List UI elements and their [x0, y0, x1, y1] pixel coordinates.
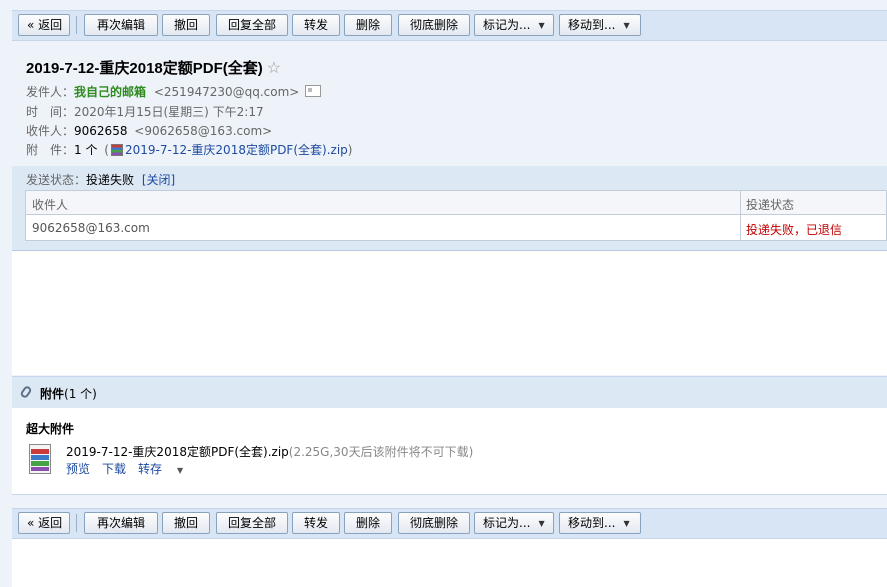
attachments-title-text: 附件 [40, 387, 65, 401]
save-to-label: 转存 [138, 462, 163, 476]
attachment-file: 2019-7-12-重庆2018定额PDF(全套).zip(2.25G,30天后… [66, 443, 473, 460]
time-label: 时 间： [26, 105, 75, 119]
move-to-dropdown[interactable]: 移动到... ▼ [559, 14, 641, 36]
mark-as-dropdown[interactable]: 标记为... ▼ [474, 512, 554, 534]
delete-permanent-button[interactable]: 彻底删除 [398, 14, 470, 36]
toolbar-separator [76, 514, 77, 532]
status-close-link[interactable]: [关闭] [142, 173, 175, 187]
chevron-down-icon: ▼ [538, 21, 545, 30]
top-toolbar: « 返回 再次编辑 撤回 回复全部 转发 删除 彻底删除 标记为... ▼ 移动到… [12, 10, 887, 41]
column-header-status: 投递状态 [746, 198, 795, 212]
column-divider [740, 191, 741, 240]
status-line: 发送状态：投递失败 [关闭] [26, 171, 175, 188]
attachments-header: 附件(1 个) [12, 376, 887, 409]
move-to-label: 移动到... [568, 18, 616, 32]
bottom-toolbar: « 返回 再次编辑 撤回 回复全部 转发 删除 彻底删除 标记为... ▼ 移动到… [12, 508, 887, 539]
attachment-count: 1 个 [74, 143, 98, 157]
from-label: 发件人： [26, 85, 75, 99]
back-button[interactable]: « 返回 [18, 14, 70, 36]
reedit-button[interactable]: 再次编辑 [84, 14, 158, 36]
contact-card-icon[interactable] [305, 85, 322, 97]
attachment-link[interactable]: 2019-7-12-重庆2018定额PDF(全套).zip [125, 143, 348, 157]
mail-body [12, 251, 887, 375]
attachment-paren-close: ) [347, 143, 353, 157]
paperclip-icon [19, 384, 33, 400]
table-cell-status: 投递失败，已退信 [746, 223, 843, 237]
recall-button[interactable]: 撤回 [162, 512, 210, 534]
chevron-down-icon: ▼ [538, 519, 545, 528]
delivery-status-table: 收件人 投递状态 9062658@163.com 投递失败，已退信 [25, 190, 887, 241]
forward-button[interactable]: 转发 [292, 512, 340, 534]
subject-text: 2019-7-12-重庆2018定额PDF(全套) [26, 60, 263, 77]
to-label: 收件人： [26, 124, 75, 138]
status-label: 发送状态： [26, 173, 87, 187]
status-value: 投递失败 [86, 173, 135, 187]
delivery-status-panel: 发送状态：投递失败 [关闭] 收件人 投递状态 9062658@163.com … [12, 166, 887, 251]
table-cell-recipient: 9062658@163.com [32, 221, 150, 235]
zip-archive-icon [29, 444, 51, 474]
time-row: 时 间：2020年1月15日(星期三) 下午2:17 [26, 103, 264, 120]
time-value: 2020年1月15日(星期三) 下午2:17 [74, 105, 264, 119]
chevron-down-icon: ▼ [177, 466, 184, 475]
recall-button[interactable]: 撤回 [162, 14, 210, 36]
zip-file-icon [110, 144, 123, 156]
mark-as-label: 标记为... [483, 516, 531, 530]
page-footer-area [12, 539, 887, 587]
from-address: <251947230@qq.com> [153, 85, 300, 99]
delete-button[interactable]: 删除 [344, 14, 392, 36]
attachment-row: 附 件：1 个 (2019-7-12-重庆2018定额PDF(全套).zip) [26, 141, 352, 158]
to-row: 收件人：9062658 <9062658@163.com> [26, 122, 272, 139]
download-link[interactable]: 下载 [102, 462, 126, 476]
attachment-actions: 预览 下载 转存 ▼ [66, 460, 207, 477]
mail-header: 2019-7-12-重庆2018定额PDF(全套) ☆ 发件人：我自己的邮箱 <2… [12, 41, 887, 164]
preview-link[interactable]: 预览 [66, 462, 90, 476]
reply-all-button[interactable]: 回复全部 [216, 512, 288, 534]
star-icon[interactable]: ☆ [267, 60, 281, 77]
chevron-down-icon: ▼ [623, 21, 630, 30]
back-button[interactable]: « 返回 [18, 512, 70, 534]
attachment-paren-open: ( [104, 143, 109, 157]
toolbar-separator [76, 16, 77, 34]
chevron-down-icon: ▼ [623, 519, 630, 528]
mark-as-label: 标记为... [483, 18, 531, 32]
attachment-file-meta: (2.25G,30天后该附件将不可下载) [288, 445, 474, 459]
reply-all-button[interactable]: 回复全部 [216, 14, 288, 36]
from-row: 发件人：我自己的邮箱 <251947230@qq.com> [26, 83, 322, 100]
move-to-label: 移动到... [568, 516, 616, 530]
large-attachment-label: 超大附件 [26, 422, 75, 436]
attachments-count: (1 个) [64, 387, 97, 401]
attachments-body: 超大附件 2019-7-12-重庆2018定额PDF(全套).zip(2.25G… [12, 408, 887, 495]
delete-button[interactable]: 删除 [344, 512, 392, 534]
to-address: <9062658@163.com> [134, 124, 273, 138]
forward-button[interactable]: 转发 [292, 14, 340, 36]
attachment-label: 附 件： [26, 143, 75, 157]
attachment-file-name: 2019-7-12-重庆2018定额PDF(全套).zip [66, 445, 289, 459]
from-name[interactable]: 我自己的邮箱 [74, 85, 146, 99]
to-name[interactable]: 9062658 [74, 124, 127, 138]
delete-permanent-button[interactable]: 彻底删除 [398, 512, 470, 534]
move-to-dropdown[interactable]: 移动到... ▼ [559, 512, 641, 534]
attachments-title: 附件(1 个) [40, 385, 97, 402]
save-to-dropdown[interactable]: 转存 ▼ [138, 462, 195, 476]
column-header-recipient: 收件人 [32, 198, 69, 212]
mail-subject: 2019-7-12-重庆2018定额PDF(全套) ☆ [26, 57, 281, 78]
mark-as-dropdown[interactable]: 标记为... ▼ [474, 14, 554, 36]
reedit-button[interactable]: 再次编辑 [84, 512, 158, 534]
